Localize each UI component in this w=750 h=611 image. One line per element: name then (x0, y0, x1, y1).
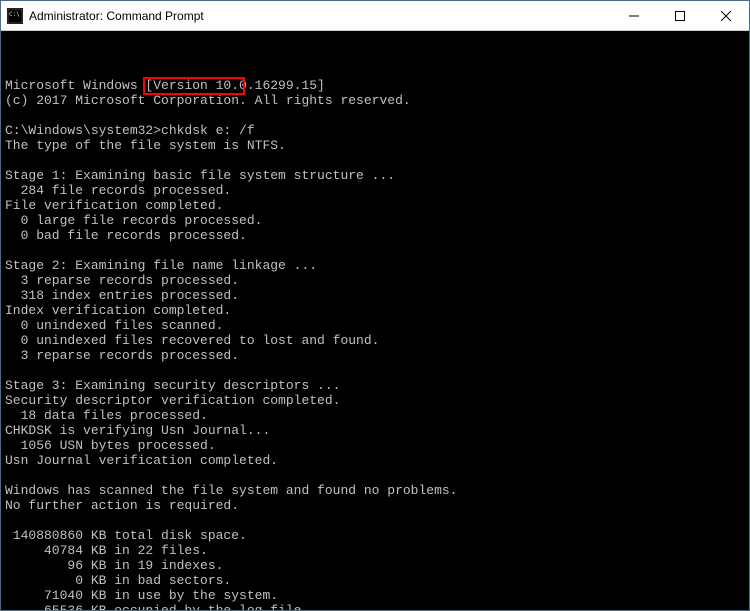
terminal-line: 18 data files processed. (5, 408, 745, 423)
terminal-line: 3 reparse records processed. (5, 273, 745, 288)
minimize-button[interactable] (611, 1, 657, 30)
terminal-line: No further action is required. (5, 498, 745, 513)
titlebar[interactable]: C:\ Administrator: Command Prompt (1, 1, 749, 31)
terminal-line (5, 243, 745, 258)
terminal-output[interactable]: Microsoft Windows [Version 10.0.16299.15… (1, 31, 749, 610)
command-prompt-window: C:\ Administrator: Command Prompt Micros… (0, 0, 750, 611)
terminal-line: 0 unindexed files scanned. (5, 318, 745, 333)
terminal-line (5, 363, 745, 378)
terminal-line: 0 KB in bad sectors. (5, 573, 745, 588)
terminal-line: Stage 2: Examining file name linkage ... (5, 258, 745, 273)
terminal-line: 0 bad file records processed. (5, 228, 745, 243)
terminal-line: 0 unindexed files recovered to lost and … (5, 333, 745, 348)
terminal-line: (c) 2017 Microsoft Corporation. All righ… (5, 93, 745, 108)
terminal-line: 0 large file records processed. (5, 213, 745, 228)
terminal-line: 3 reparse records processed. (5, 348, 745, 363)
terminal-line: Stage 3: Examining security descriptors … (5, 378, 745, 393)
window-controls (611, 1, 749, 30)
terminal-line (5, 108, 745, 123)
close-button[interactable] (703, 1, 749, 30)
terminal-line: 96 KB in 19 indexes. (5, 558, 745, 573)
terminal-line: C:\Windows\system32>chkdsk e: /f (5, 123, 745, 138)
terminal-line: Stage 1: Examining basic file system str… (5, 168, 745, 183)
terminal-line (5, 513, 745, 528)
terminal-line: Security descriptor verification complet… (5, 393, 745, 408)
window-title: Administrator: Command Prompt (29, 9, 611, 23)
terminal-line: Index verification completed. (5, 303, 745, 318)
terminal-line: CHKDSK is verifying Usn Journal... (5, 423, 745, 438)
terminal-line: File verification completed. (5, 198, 745, 213)
terminal-line: Microsoft Windows [Version 10.0.16299.15… (5, 78, 745, 93)
terminal-line: 71040 KB in use by the system. (5, 588, 745, 603)
terminal-line: The type of the file system is NTFS. (5, 138, 745, 153)
svg-text:C:\: C:\ (9, 11, 20, 18)
terminal-line (5, 468, 745, 483)
terminal-line: 65536 KB occupied by the log file. (5, 603, 745, 610)
terminal-line (5, 153, 745, 168)
terminal-line: 1056 USN bytes processed. (5, 438, 745, 453)
terminal-line: Usn Journal verification completed. (5, 453, 745, 468)
terminal-line: 318 index entries processed. (5, 288, 745, 303)
terminal-line: Windows has scanned the file system and … (5, 483, 745, 498)
maximize-button[interactable] (657, 1, 703, 30)
cmd-icon: C:\ (7, 8, 23, 24)
terminal-line: 40784 KB in 22 files. (5, 543, 745, 558)
terminal-line: 140880860 KB total disk space. (5, 528, 745, 543)
terminal-line: 284 file records processed. (5, 183, 745, 198)
